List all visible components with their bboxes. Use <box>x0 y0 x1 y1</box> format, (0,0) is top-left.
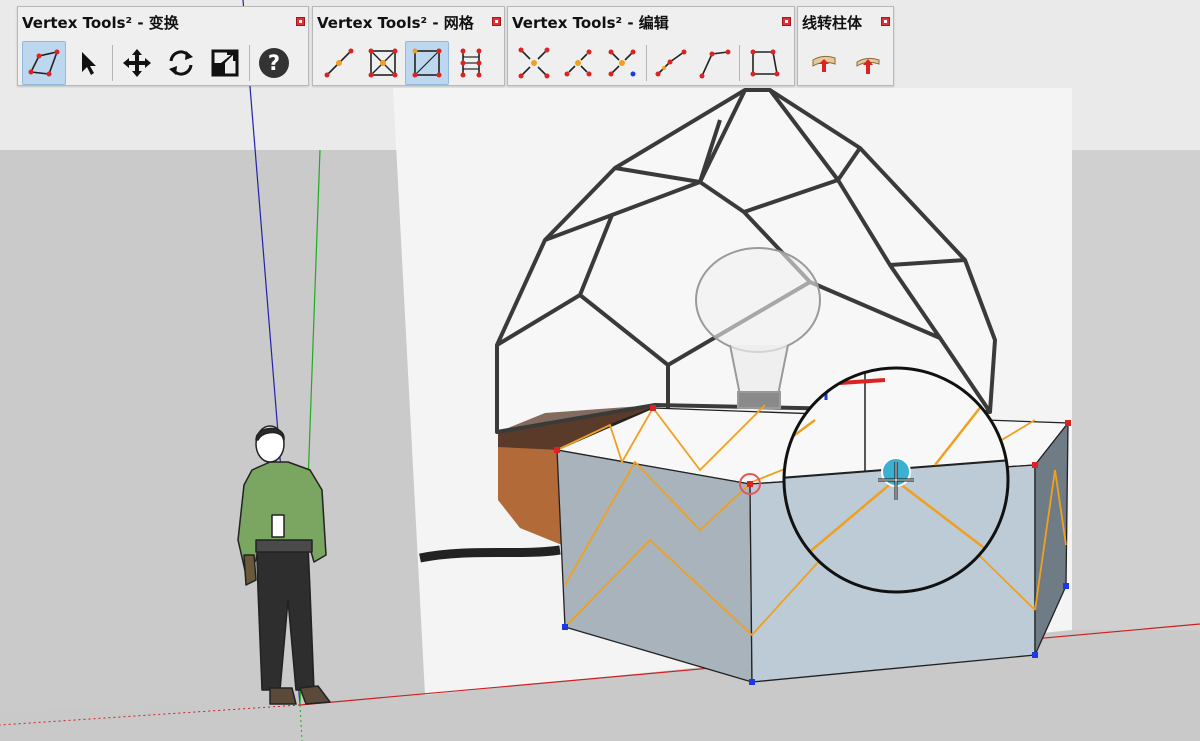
merge-arrows-icon <box>564 49 592 77</box>
svg-text:?: ? <box>268 51 280 75</box>
square-vertex-icon <box>750 49 780 77</box>
merge-diagonal-icon <box>518 47 550 79</box>
toolbar-close-button[interactable] <box>881 17 890 26</box>
line-to-pipe-icon <box>812 55 836 72</box>
toolbar-close-button[interactable] <box>782 17 791 26</box>
help-button[interactable]: ? <box>252 41 296 85</box>
help-icon: ? <box>259 48 289 78</box>
left-wall <box>0 150 425 712</box>
toolbar-title: Vertex Tools² - 网格 <box>317 14 474 32</box>
merge-arrows-button[interactable] <box>556 41 600 85</box>
rotate-icon <box>169 50 193 76</box>
merge-x-icon <box>608 49 636 77</box>
merge-diagonal-button[interactable] <box>512 41 556 85</box>
line-to-pipe-up-icon <box>856 57 880 74</box>
toolbar-separator <box>739 45 740 81</box>
line-to-pipe-button[interactable] <box>802 41 846 85</box>
ladder-grid-button[interactable] <box>449 41 493 85</box>
merge-x-button[interactable] <box>600 41 644 85</box>
polygon-select-button[interactable] <box>22 41 66 85</box>
square-corner-grid-button[interactable] <box>405 41 449 85</box>
select-button[interactable] <box>66 41 110 85</box>
square-cross-grid-button[interactable] <box>361 41 405 85</box>
toolbar-vertex-tools-transform: Vertex Tools² - 变换 ? <box>17 6 309 86</box>
move-arrows-icon <box>123 49 151 77</box>
square-corner-grid-icon <box>412 48 442 78</box>
line-to-pipe-up-button[interactable] <box>846 41 890 85</box>
rotate-button[interactable] <box>159 41 203 85</box>
sketchup-viewport[interactable] <box>0 0 1200 741</box>
corner-line-button[interactable] <box>693 41 737 85</box>
line-grid-icon <box>324 48 354 78</box>
ladder-grid-icon <box>460 48 482 78</box>
toolbar-separator <box>249 45 250 81</box>
toolbar-title: 线转柱体 <box>802 14 863 32</box>
toolbar-close-button[interactable] <box>492 17 501 26</box>
corner-line-icon <box>699 49 731 79</box>
toolbar-vertex-tools-mesh: Vertex Tools² - 网格 <box>312 6 505 86</box>
scale-icon <box>211 49 239 77</box>
toolbar-vertex-tools-edit: Vertex Tools² - 编辑 <box>507 6 795 86</box>
toolbar-separator <box>112 45 113 81</box>
right-wall <box>1068 150 1200 630</box>
move-button[interactable] <box>115 41 159 85</box>
square-cross-grid-icon <box>368 48 398 78</box>
polygon-select-icon <box>28 49 60 77</box>
toolbar-title: Vertex Tools² - 编辑 <box>512 14 669 32</box>
scale-button[interactable] <box>203 41 247 85</box>
toolbar-close-button[interactable] <box>296 17 305 26</box>
toolbar-line-to-pipe: 线转柱体 <box>797 6 894 86</box>
toolbar-separator <box>646 45 647 81</box>
square-vertex-button[interactable] <box>742 41 786 85</box>
line-grid-button[interactable] <box>317 41 361 85</box>
extend-line-button[interactable] <box>649 41 693 85</box>
toolbar-title: Vertex Tools² - 变换 <box>22 14 179 32</box>
pointer-arrow-icon <box>82 52 96 75</box>
extend-line-icon <box>655 49 687 77</box>
